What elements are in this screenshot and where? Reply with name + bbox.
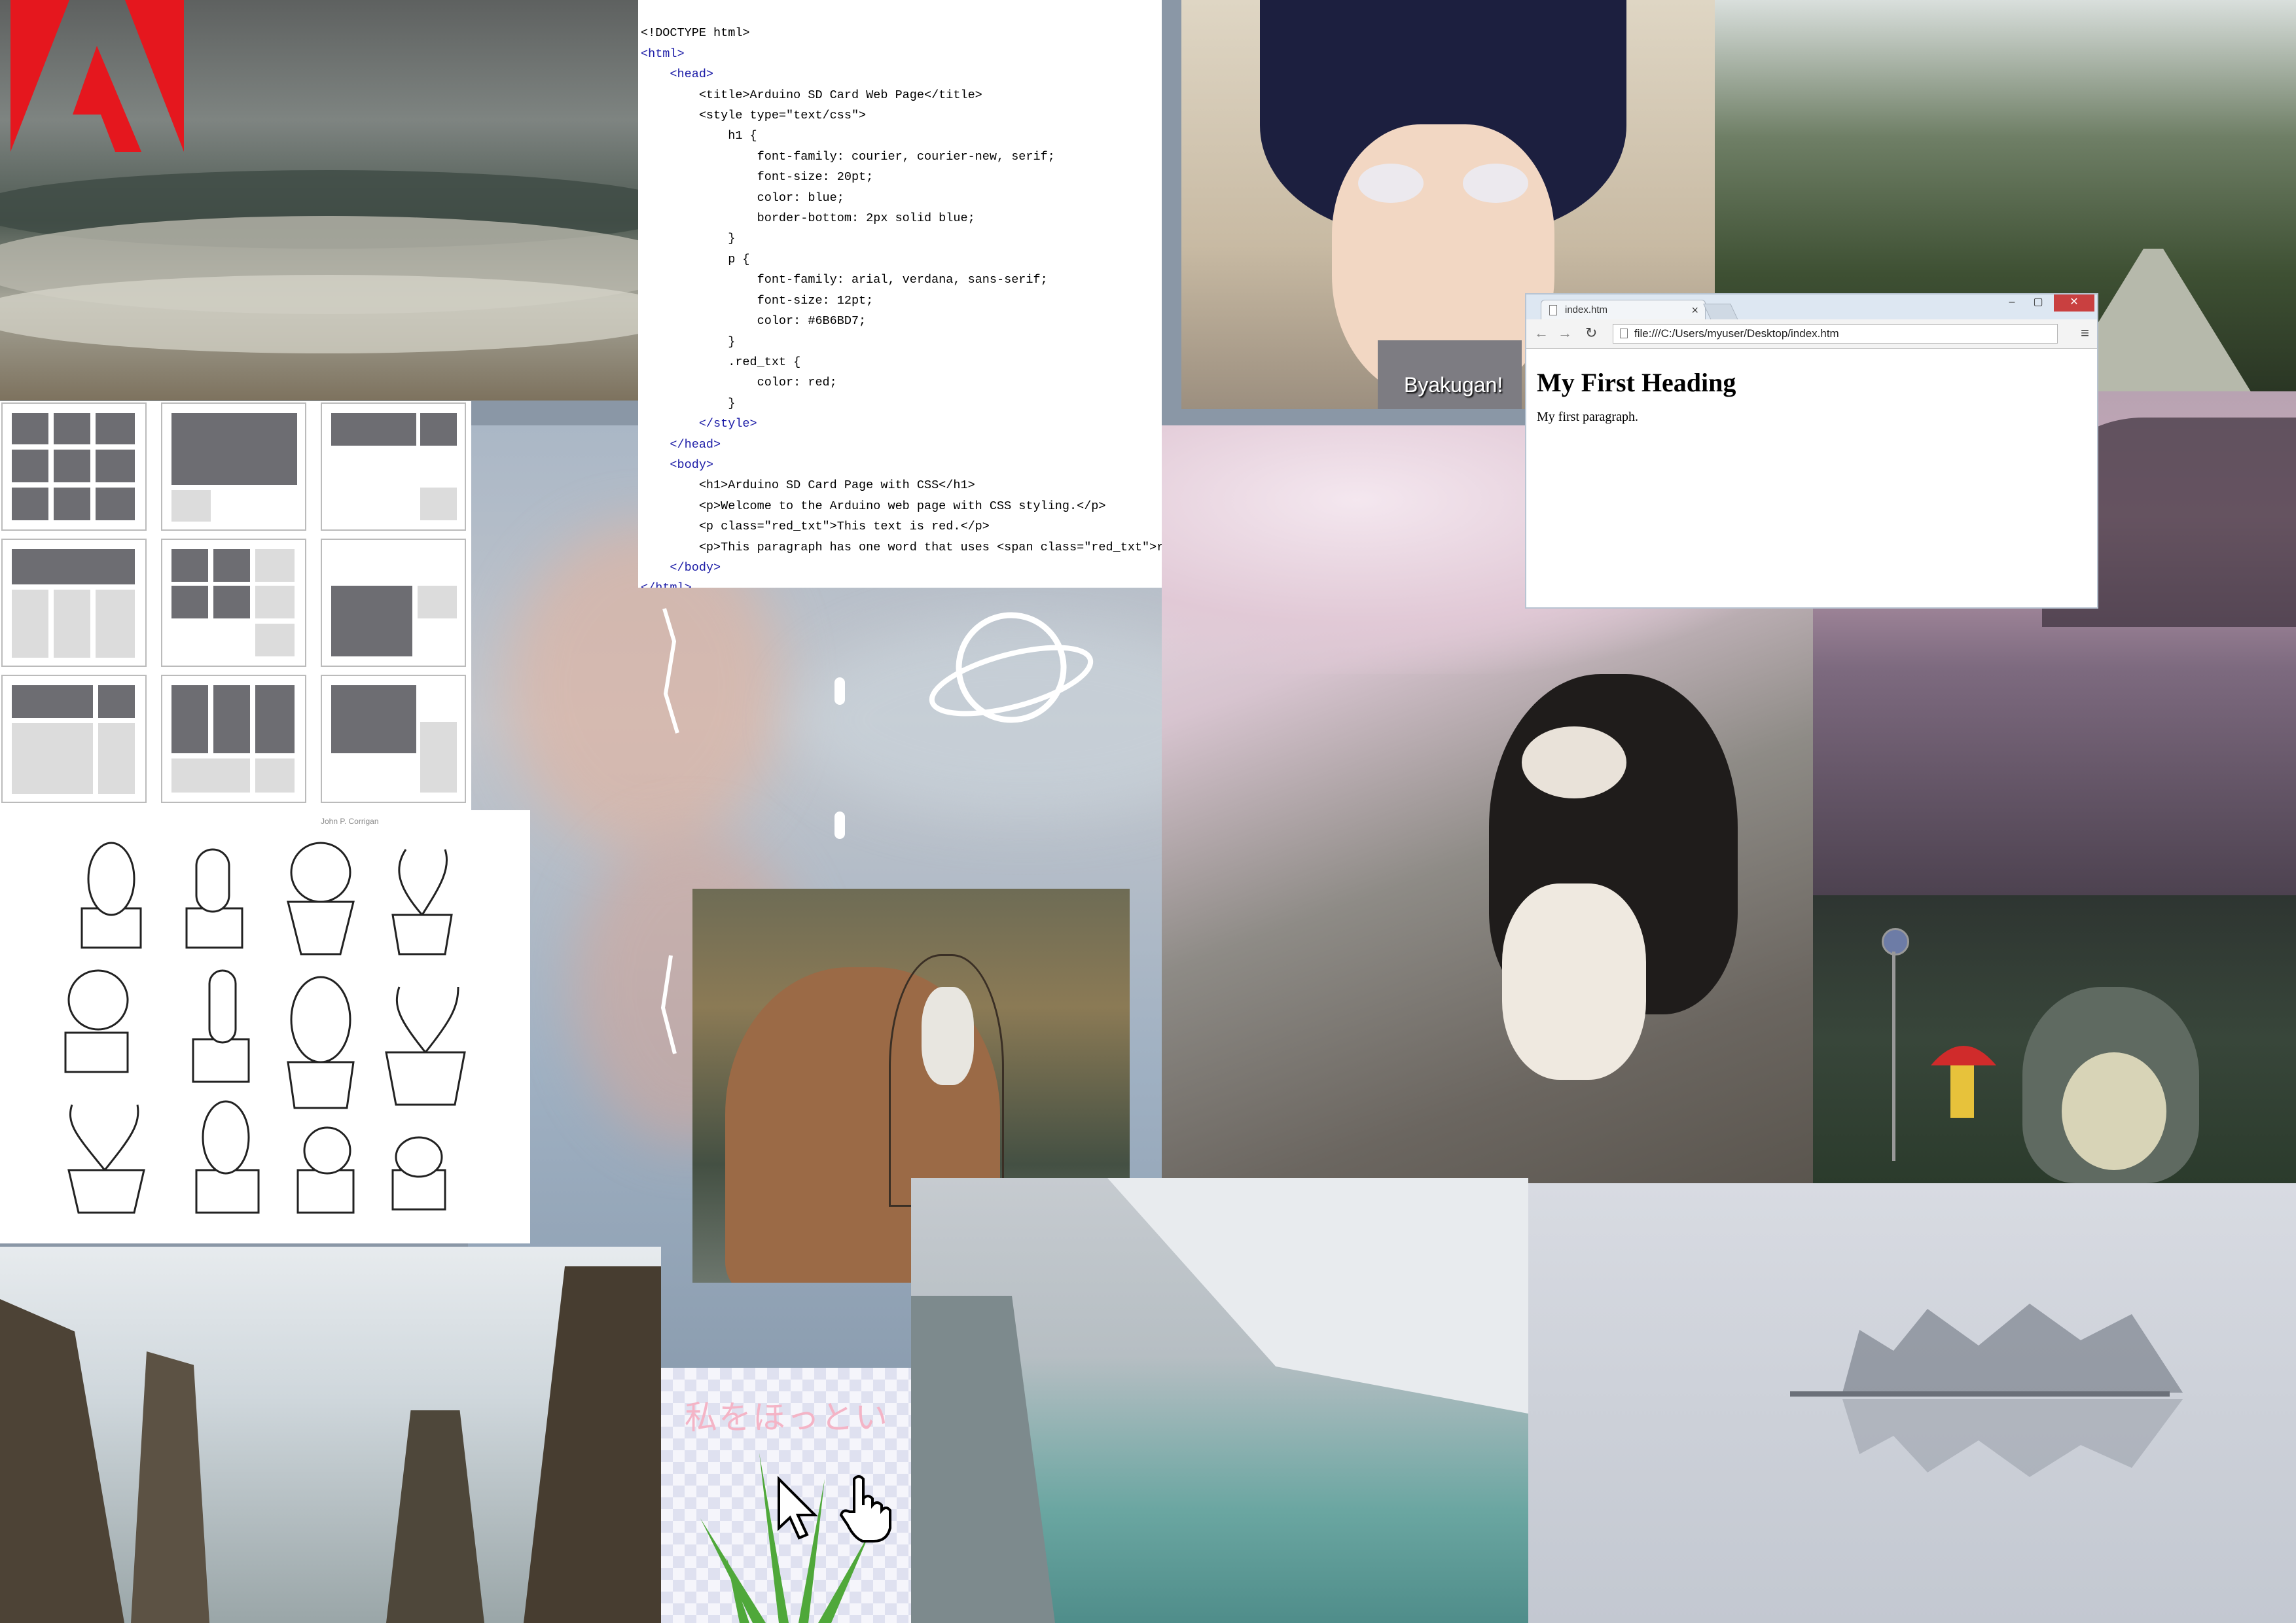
code-line: color: #6B6BD7; [641,314,867,329]
reload-icon[interactable]: ↻ [1585,325,1597,342]
code-line: color: red; [641,376,837,390]
minimize-button[interactable]: – [1999,294,2025,312]
browser-tab[interactable]: index.htm × [1541,300,1706,319]
page-icon [1549,305,1557,315]
ocean-waves-photo [0,0,639,401]
snowy-hot-spring-photo [911,1178,1528,1623]
anime-subtitle: Byakugan! [1404,373,1503,397]
code-line: </html> [641,578,1162,588]
code-line: font-family: courier, courier-new, serif… [641,149,1055,164]
code-line: } [641,232,736,246]
arrow-cursor-icon [778,1476,818,1540]
code-line: } [641,396,736,410]
code-line: } [641,334,736,349]
pixel-art-grass-cursor: 私をほっとい [661,1368,911,1623]
code-line: color: blue; [641,190,844,205]
code-line: p { [641,252,750,266]
hand-cursor-icon [839,1475,891,1543]
code-line: </body> [641,560,721,575]
misty-mountains-photo [0,1247,661,1623]
adobe-logo-icon [10,0,184,152]
forward-icon[interactable]: → [1558,325,1572,342]
code-line: <body> [641,457,714,472]
new-tab-button[interactable] [1703,304,1738,320]
totoro-rain-scene [1813,895,2296,1183]
code-line: </style> [641,417,757,431]
address-text: file:///C:/Users/myuser/Desktop/index.ht… [1634,327,1839,340]
close-tab-icon[interactable]: × [1691,300,1698,320]
code-line: font-size: 12pt; [641,293,874,308]
code-line: font-size: 20pt; [641,170,874,185]
tab-title: index.htm [1565,304,1608,315]
japanese-text: 私をほっとい [685,1399,889,1436]
code-line: font-family: arial, verdana, sans-serif; [641,273,1048,287]
cactus-illustrations: John P. Corrigan [0,810,530,1243]
page-icon [1620,329,1628,338]
browser-toolbar: ← → ↻ file:///C:/Users/myuser/Desktop/in… [1526,319,2097,349]
maximize-button[interactable]: ▢ [2025,294,2051,312]
code-line: <head> [641,67,714,82]
layout-templates-grid [0,401,471,810]
code-line: h1 { [641,129,757,143]
browser-window: index.htm × – ▢ ✕ ← → ↻ file:///C:/Users… [1525,293,2098,609]
code-line: <p class="red_txt">This text is red.</p> [641,520,990,534]
back-icon[interactable]: ← [1534,325,1549,342]
browser-titlebar: index.htm × – ▢ ✕ [1526,294,2097,320]
code-line: <p>This paragraph has one word that uses… [698,540,1162,554]
code-line: <h1>Arduino SD Card Page with CSS</h1> [641,478,975,493]
close-window-button[interactable]: ✕ [2054,294,2094,312]
code-line: <title>Arduino SD Card Web Page</title> [641,88,982,102]
code-line: <p>Welcome to the Arduino web page with … [641,499,1106,513]
code-line: <html> [641,46,685,61]
foggy-lake-trees-photo [1528,1183,2296,1623]
code-line: <style type="text/css"> [641,109,867,123]
html-code-snippet: <!DOCTYPE html> <html> <head> <title>Ardu… [638,0,1162,588]
address-bar[interactable]: file:///C:/Users/myuser/Desktop/index.ht… [1613,324,2058,344]
menu-icon[interactable]: ≡ [2081,325,2089,342]
code-line: border-bottom: 2px solid blue; [641,211,975,226]
page-heading: My First Heading [1537,368,1736,397]
code-line: </head> [641,437,721,452]
code-line: .red_txt { [641,355,801,369]
code-line: <!DOCTYPE html> [641,26,750,41]
page-paragraph: My first paragraph. [1537,410,1638,424]
planet-doodle-icon [929,612,1094,723]
